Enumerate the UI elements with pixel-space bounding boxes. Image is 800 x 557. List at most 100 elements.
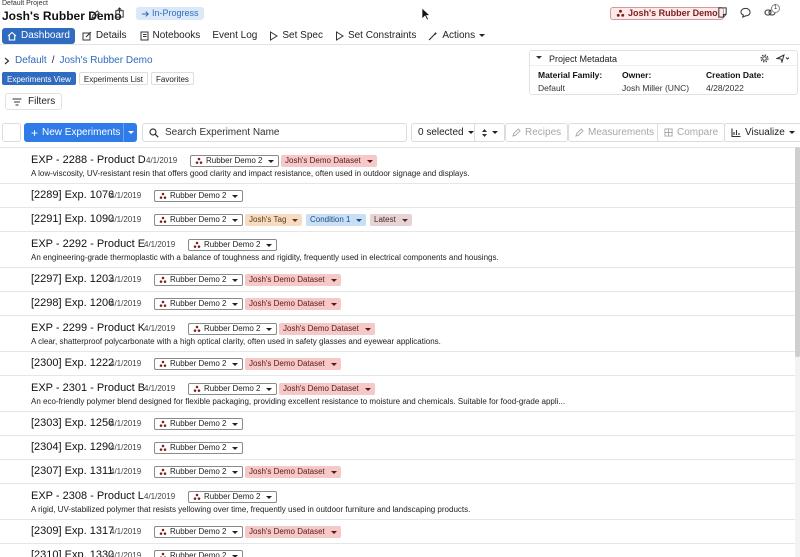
tab-details[interactable]: Details: [77, 28, 132, 44]
label-tag[interactable]: Latest: [370, 214, 412, 226]
project-tag[interactable]: Rubber Demo 2: [154, 214, 244, 226]
search-input[interactable]: Search Experiment Name: [142, 123, 407, 142]
project-tag[interactable]: Rubber Demo 2: [154, 466, 244, 478]
dataset-tag[interactable]: Josh's Demo Dataset: [245, 526, 341, 538]
dataset-tag[interactable]: Josh's Demo Dataset: [245, 466, 341, 478]
list-item[interactable]: [2309] Exp. 1317 4/1/2019 Rubber Demo 2 Jos…: [0, 520, 795, 544]
dataset-tag[interactable]: Josh's Demo Dataset: [245, 358, 341, 370]
sort-dropdown[interactable]: [474, 123, 505, 142]
tab-event-log[interactable]: Event Log: [207, 28, 262, 44]
experiment-title[interactable]: [2289] Exp. 1076: [31, 189, 114, 201]
experiment-title[interactable]: [2303] Exp. 1256: [31, 417, 114, 429]
chevron-down-icon: [330, 470, 337, 474]
project-tag[interactable]: Rubber Demo 2: [154, 274, 244, 286]
dataset-tag[interactable]: Josh's Demo Dataset: [245, 298, 341, 310]
share-icon[interactable]: [114, 7, 125, 21]
tab-notebooks[interactable]: Notebooks: [134, 28, 206, 44]
experiment-title[interactable]: [2310] Exp. 1330: [31, 549, 114, 557]
list-item[interactable]: [2303] Exp. 1256 4/1/2019 Rubber Demo 2: [0, 412, 795, 436]
list-item[interactable]: [2300] Exp. 1222 4/1/2019 Rubber Demo 2 Jos…: [0, 352, 795, 376]
tab-dashboard[interactable]: Dashboard: [2, 27, 75, 44]
gear-icon[interactable]: [760, 54, 769, 66]
list-item[interactable]: EXP - 2301 - Product B 4/1/2019 Rubber Dem…: [0, 376, 795, 412]
experiment-title[interactable]: EXP - 2292 - Product E: [31, 238, 145, 250]
project-tag[interactable]: Rubber Demo 2: [154, 358, 244, 370]
status-badge[interactable]: In-Progress: [136, 7, 204, 20]
project-tag[interactable]: Rubber Demo 2: [154, 550, 244, 557]
tab-experiments-list[interactable]: Experiments List: [78, 72, 149, 85]
experiment-title[interactable]: [2297] Exp. 1203: [31, 273, 114, 285]
scrollbar-thumb[interactable]: [795, 147, 800, 357]
tab-favorites[interactable]: Favorites: [151, 72, 194, 85]
recipes-label: Recipes: [525, 127, 562, 138]
list-item[interactable]: EXP - 2299 - Product K 4/1/2019 Rubber Dem…: [0, 316, 795, 352]
selection-count-dropdown[interactable]: 0 selected: [411, 123, 481, 142]
project-tag[interactable]: Rubber Demo 2: [190, 155, 280, 167]
visualize-dropdown[interactable]: Visualize: [724, 123, 800, 142]
project-tag[interactable]: Rubber Demo 2: [154, 442, 244, 454]
scrollbar[interactable]: [795, 147, 800, 557]
experiment-title[interactable]: EXP - 2299 - Product K: [31, 322, 145, 334]
tab-details-label: Details: [95, 30, 127, 41]
new-experiments-button[interactable]: + New Experiments: [24, 123, 137, 142]
pencil-icon: [512, 128, 521, 137]
select-all-checkbox[interactable]: [2, 123, 21, 142]
sort-icon: [482, 128, 487, 137]
list-item[interactable]: EXP - 2308 - Product L 4/1/2019 Rubber Dem…: [0, 484, 795, 520]
pencil-icon[interactable]: [91, 10, 100, 22]
caret-down-icon[interactable]: [536, 56, 542, 59]
list-item[interactable]: [2298] Exp. 1206 4/1/2019 Rubber Demo 2 Jos…: [0, 292, 795, 316]
list-item[interactable]: EXP - 2292 - Product E 4/1/2019 Rubber Dem…: [0, 232, 795, 268]
experiment-title[interactable]: EXP - 2288 - Product D: [31, 154, 146, 166]
metadata-header[interactable]: Project Metadata: [530, 51, 797, 66]
project-tag[interactable]: Rubber Demo 2: [154, 190, 244, 202]
project-tag[interactable]: Rubber Demo 2: [188, 239, 278, 251]
experiment-title[interactable]: [2304] Exp. 1290: [31, 441, 114, 453]
tab-set-spec[interactable]: Set Spec: [264, 28, 328, 44]
tab-set-constraints[interactable]: Set Constraints: [330, 28, 421, 44]
project-tag[interactable]: Rubber Demo 2: [188, 323, 278, 335]
dataset-tag[interactable]: Josh's Demo Dataset: [245, 274, 341, 286]
comment-icon[interactable]: [740, 7, 751, 21]
new-experiments-dropdown[interactable]: [123, 123, 137, 142]
actions-menu[interactable]: Actions: [423, 28, 490, 44]
project-tag[interactable]: Rubber Demo 2: [188, 491, 278, 503]
experiment-title[interactable]: [2307] Exp. 1311: [31, 465, 113, 477]
list-item[interactable]: [2297] Exp. 1203 4/1/2019 Rubber Demo 2 Jos…: [0, 268, 795, 292]
molecule-icon: [159, 300, 167, 307]
breadcrumb-current[interactable]: Josh's Rubber Demo: [59, 55, 152, 66]
project-tag[interactable]: Rubber Demo 2: [154, 526, 244, 538]
dataset-tag[interactable]: Josh's Demo Dataset: [281, 155, 377, 167]
breadcrumb-root[interactable]: Default: [15, 55, 47, 66]
tag-label: Latest: [374, 215, 396, 224]
list-item[interactable]: EXP - 2288 - Product D 4/1/2019 Rubber Dem…: [0, 148, 795, 184]
list-item[interactable]: [2291] Exp. 1090 4/1/2019 Rubber Demo 2 Jos…: [0, 208, 795, 232]
project-tag[interactable]: Rubber Demo 2: [154, 298, 244, 310]
project-tag[interactable]: Rubber Demo 2: [154, 418, 244, 430]
experiment-title[interactable]: [2298] Exp. 1206: [31, 297, 114, 309]
dataset-tag[interactable]: Josh's Demo Dataset: [279, 323, 375, 335]
project-tag[interactable]: Rubber Demo 2: [188, 383, 278, 395]
experiment-title[interactable]: EXP - 2308 - Product L: [31, 490, 144, 502]
notes-icon[interactable]: [717, 7, 728, 21]
measurements-label: Measurements: [588, 127, 655, 138]
list-item[interactable]: [2307] Exp. 1311 4/1/2019 Rubber Demo 2 Jos…: [0, 460, 795, 484]
list-item[interactable]: [2304] Exp. 1290 4/1/2019 Rubber Demo 2: [0, 436, 795, 460]
label-tag[interactable]: Condition 1: [306, 214, 367, 226]
experiment-title[interactable]: [2291] Exp. 1090: [31, 213, 114, 225]
label-tag[interactable]: Josh's Tag: [245, 214, 303, 226]
tab-experiments-view[interactable]: Experiments View: [2, 72, 76, 85]
experiment-title[interactable]: EXP - 2301 - Product B: [31, 382, 145, 394]
chevron-right-icon[interactable]: [4, 57, 10, 65]
list-item[interactable]: [2289] Exp. 1076 4/1/2019 Rubber Demo 2: [0, 184, 795, 208]
list-item[interactable]: [2310] Exp. 1330 4/1/2019 Rubber Demo 2: [0, 544, 795, 557]
workspace-pill[interactable]: Josh's Rubber Demo: [610, 7, 724, 20]
experiment-title[interactable]: [2309] Exp. 1317: [31, 525, 114, 537]
filters-button[interactable]: Filters: [5, 93, 63, 110]
compare-button[interactable]: Compare: [657, 123, 726, 142]
recipes-button[interactable]: Recipes: [505, 123, 569, 142]
experiment-title[interactable]: [2300] Exp. 1222: [31, 357, 114, 369]
dataset-tag[interactable]: Josh's Demo Dataset: [279, 383, 375, 395]
measurements-button[interactable]: Measurements: [568, 123, 662, 142]
send-icon[interactable]: [775, 54, 790, 66]
